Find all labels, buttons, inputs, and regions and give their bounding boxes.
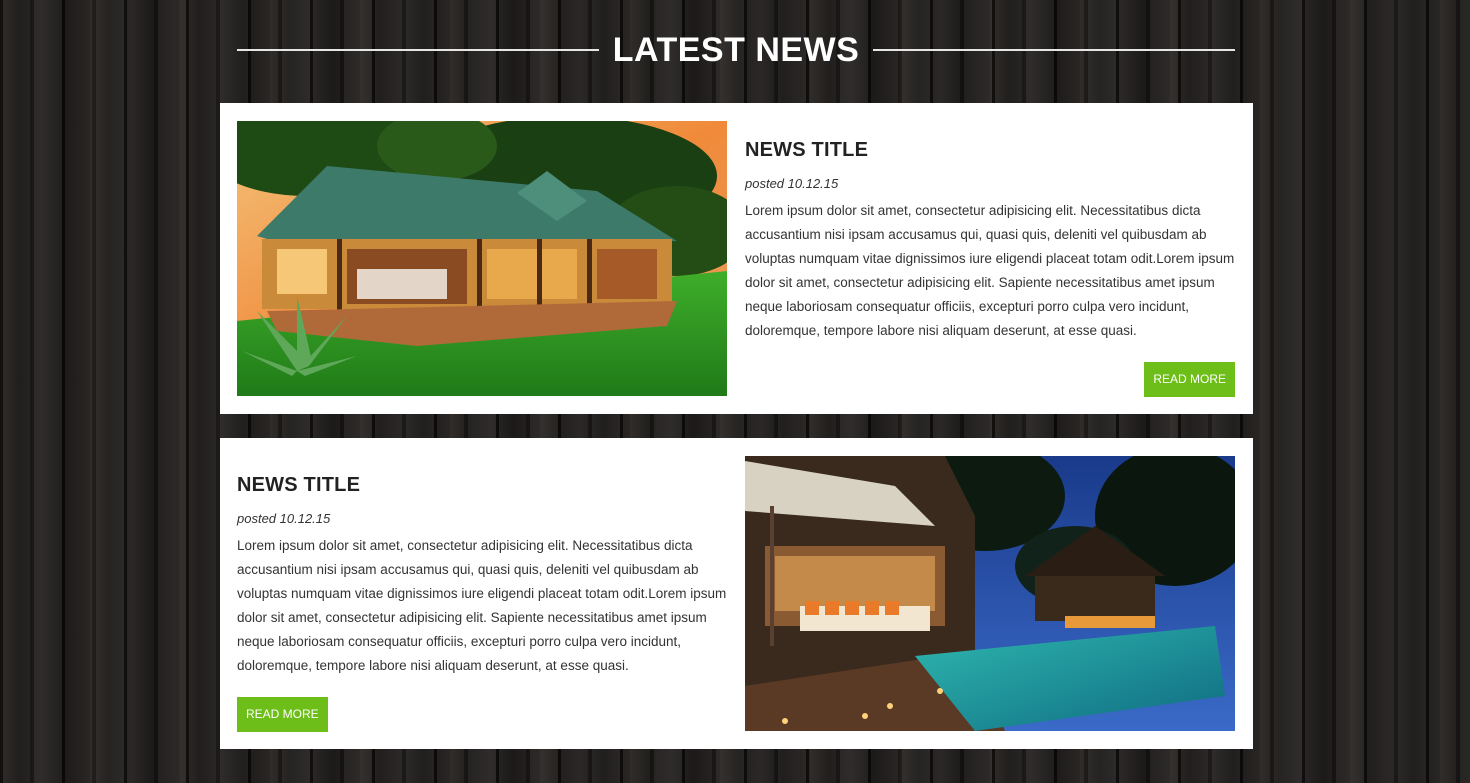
- read-more-button[interactable]: READ MORE: [1144, 362, 1235, 397]
- news-text: NEWS TITLE posted 10.12.15 Lorem ipsum d…: [745, 137, 1235, 343]
- read-more-button[interactable]: READ MORE: [237, 697, 328, 732]
- news-card: NEWS TITLE posted 10.12.15 Lorem ipsum d…: [220, 103, 1253, 414]
- news-excerpt: Lorem ipsum dolor sit amet, consectetur …: [237, 538, 727, 673]
- section-title: LATEST NEWS: [612, 30, 860, 69]
- news-title[interactable]: NEWS TITLE: [745, 137, 1235, 163]
- news-date: posted 10.12.15: [745, 176, 839, 191]
- news-title[interactable]: NEWS TITLE: [237, 472, 727, 498]
- news-image-resort[interactable]: [745, 456, 1235, 731]
- news-excerpt: Lorem ipsum dolor sit amet, consectetur …: [745, 203, 1235, 338]
- section-heading: LATEST NEWS: [237, 28, 1236, 72]
- news-image-cottage[interactable]: [237, 121, 727, 396]
- news-text: NEWS TITLE posted 10.12.15 Lorem ipsum d…: [237, 472, 727, 678]
- news-date: posted 10.12.15: [237, 511, 331, 526]
- heading-divider-right: [873, 49, 1236, 51]
- news-card: NEWS TITLE posted 10.12.15 Lorem ipsum d…: [220, 438, 1253, 749]
- heading-divider-left: [237, 49, 599, 51]
